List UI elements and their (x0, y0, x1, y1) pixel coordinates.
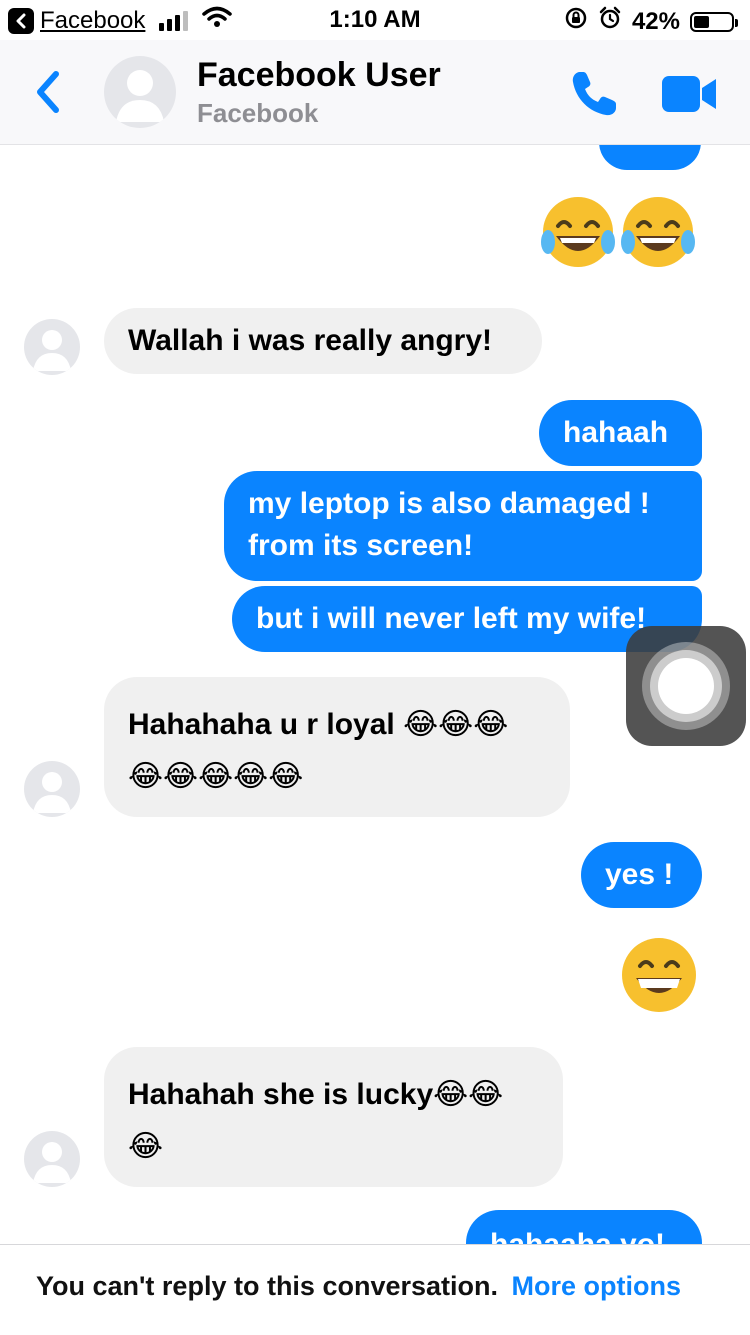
battery-icon (690, 11, 738, 32)
notice-text: You can't reply to this conversation. (36, 1271, 499, 1301)
sender-avatar[interactable] (24, 1131, 80, 1187)
sender-avatar[interactable] (24, 319, 80, 375)
contact-subtitle: Facebook (197, 98, 319, 128)
more-options-link[interactable]: More options (512, 1271, 682, 1301)
grinning-emoji-icon (622, 938, 696, 1012)
message-bubble-outgoing[interactable]: yes ! (581, 842, 702, 908)
message-text: but i will never left my wife! (256, 602, 647, 635)
message-emoji-outgoing[interactable] (620, 936, 698, 1014)
assistive-touch-button[interactable] (626, 626, 746, 746)
phone-icon (572, 72, 616, 116)
message-text-line: Hahahaha u r loyal 😂😂😂 (128, 708, 509, 741)
message-text-line: 😂😂😂😂😂 (128, 760, 304, 793)
default-avatar-icon (33, 330, 71, 371)
message-text-line: Hahahah she is lucky😂😂 (128, 1078, 504, 1111)
battery-fill (694, 15, 709, 28)
message-text-line: my leptop is also damaged ! (248, 487, 650, 520)
rotation-lock-icon (564, 6, 588, 37)
message-emoji-outgoing[interactable] (538, 192, 702, 272)
status-bar: Facebook 1:10 AM 42% (0, 0, 750, 40)
laughing-tears-emoji-icon (541, 197, 695, 267)
message-bubble-outgoing[interactable]: kkk (599, 144, 701, 170)
conversation-header: Facebook User Facebook (0, 40, 750, 145)
message-bubble-outgoing[interactable]: my leptop is also damaged ! from its scr… (224, 471, 702, 581)
message-bubble-outgoing[interactable]: hahaah (539, 400, 702, 466)
video-camera-icon (662, 76, 716, 112)
message-bubble-incoming[interactable]: Hahahah she is lucky😂😂 😂 (104, 1047, 563, 1187)
message-bubble-outgoing[interactable]: hahaaha yo! (466, 1210, 702, 1244)
reply-disabled-bar: You can't reply to this conversation. Mo… (0, 1244, 750, 1335)
call-button[interactable] (566, 66, 622, 122)
default-avatar-icon (33, 772, 71, 813)
contact-name[interactable]: Facebook User (197, 56, 441, 95)
message-text-line: from its screen! (248, 529, 474, 562)
message-text: Wallah i was really angry! (128, 324, 493, 357)
message-text: hahaaha yo! (490, 1228, 665, 1244)
sender-avatar[interactable] (24, 761, 80, 817)
battery-percent: 42% (631, 7, 680, 35)
chevron-left-icon (37, 71, 59, 113)
assistive-touch-core (658, 658, 714, 714)
default-avatar-icon (116, 70, 164, 122)
back-button[interactable] (28, 62, 72, 122)
message-bubble-incoming[interactable]: Hahahaha u r loyal 😂😂😂 😂😂😂😂😂 (104, 677, 570, 817)
default-avatar-icon (33, 1142, 71, 1183)
alarm-icon (598, 6, 622, 37)
reply-disabled-notice: You can't reply to this conversation. Mo… (36, 1271, 681, 1302)
video-call-button[interactable] (660, 70, 720, 118)
message-text: yes ! (605, 858, 674, 891)
message-text: kkk (621, 144, 671, 151)
message-text-line: 😂 (128, 1130, 164, 1163)
message-text: hahaah (563, 416, 669, 449)
avatar[interactable] (104, 56, 176, 128)
message-bubble-incoming[interactable]: Wallah i was really angry! (104, 308, 542, 374)
